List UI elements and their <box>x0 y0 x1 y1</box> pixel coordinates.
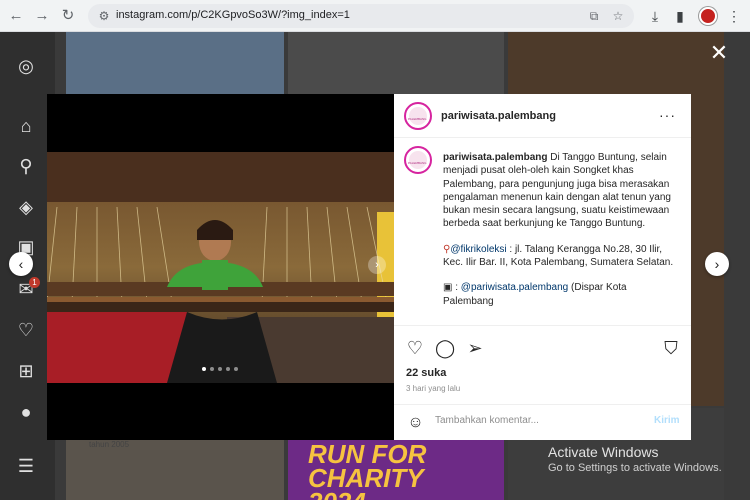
grid-post-tile[interactable] <box>66 32 284 94</box>
post-header: PALEMBANG pariwisata.palembang ··· <box>394 94 691 138</box>
media-next-icon[interactable]: › <box>368 256 386 274</box>
carousel-dot <box>210 367 214 371</box>
site-info-icon[interactable]: ⚙ <box>96 8 112 24</box>
notifications-heart-icon[interactable]: ♡ <box>14 318 38 342</box>
share-icon[interactable]: ➢ <box>465 338 485 358</box>
carousel-dot <box>226 367 230 371</box>
back-icon[interactable]: ← <box>6 6 26 26</box>
windows-activation-watermark: Activate Windows Go to Settings to activ… <box>548 444 722 474</box>
likes-count[interactable]: 22 suka <box>406 367 446 379</box>
post-media: › <box>47 94 394 440</box>
post-photo <box>47 152 394 383</box>
avatar-logo <box>409 107 427 125</box>
notification-badge: 1 <box>29 277 40 288</box>
side-panel-icon[interactable]: ▮ <box>670 6 690 26</box>
instagram-page: tahun 2005 RUN FOR CHARITY 2024 ◎ ⌂ ⚲ ◈ … <box>0 32 750 500</box>
more-menu-icon[interactable]: ☰ <box>14 454 38 478</box>
post-caption: pariwisata.palembang Di Tanggo Buntung, … <box>443 151 675 320</box>
post-details-panel: PALEMBANG pariwisata.palembang ··· PALEM… <box>394 94 691 440</box>
url-text[interactable]: instagram.com/p/C2KGpvoSo3W/?img_index=1 <box>116 9 350 21</box>
next-post-button[interactable]: › <box>705 252 729 276</box>
comment-icon[interactable]: ◯ <box>435 338 455 358</box>
install-app-icon[interactable]: ⧉ <box>586 8 602 24</box>
profile-icon[interactable]: ● <box>14 400 38 424</box>
account-avatar[interactable]: PALEMBANG <box>404 102 432 130</box>
previous-post-button[interactable]: ‹ <box>9 252 33 276</box>
browser-menu-icon[interactable]: ⋮ <box>724 6 744 26</box>
location-mention[interactable]: @fikrikoleksi <box>450 244 506 255</box>
search-icon[interactable]: ⚲ <box>14 154 38 178</box>
caption-text: Di Tanggo Buntung, selain menjadi pusat … <box>443 152 671 230</box>
post-timestamp[interactable]: 3 hari yang lalu <box>406 384 460 393</box>
browser-toolbar: ← → ↻ ⚙ instagram.com/p/C2KGpvoSo3W/?img… <box>0 0 750 32</box>
comment-bar: ☺ Tambahkan komentar... Kirim <box>394 404 691 440</box>
watermark-subtitle: Go to Settings to activate Windows. <box>548 462 722 474</box>
instagram-logo-icon[interactable]: ◎ <box>14 54 38 78</box>
emoji-icon[interactable]: ☺ <box>406 413 425 432</box>
carousel-indicator <box>202 367 238 373</box>
charity-poster-text: RUN FOR CHARITY 2024 <box>308 439 427 500</box>
comment-input[interactable]: Tambahkan komentar... <box>435 415 635 426</box>
credit-prefix: : <box>455 282 459 294</box>
watermark-title: Activate Windows <box>548 444 659 460</box>
carousel-dot <box>234 367 238 371</box>
avatar-logo-text: PALEMBANG <box>408 161 427 165</box>
grid-tile-caption: tahun 2005 <box>89 440 130 449</box>
caption-username[interactable]: pariwisata.palembang <box>443 152 547 163</box>
reload-icon[interactable]: ↻ <box>58 6 78 26</box>
like-heart-icon[interactable]: ♡ <box>405 338 425 358</box>
bookmark-star-icon[interactable]: ☆ <box>610 8 626 24</box>
grid-post-tile[interactable] <box>288 32 504 94</box>
more-options-icon[interactable]: ··· <box>659 107 676 123</box>
avatar-logo <box>409 151 427 169</box>
save-bookmark-icon[interactable]: ⛉ <box>661 338 681 358</box>
avatar-logo-text: PALEMBANG <box>408 117 427 121</box>
close-icon[interactable]: ✕ <box>708 42 730 64</box>
post-comment-button[interactable]: Kirim <box>654 415 680 426</box>
download-icon[interactable]: ⤓ <box>645 6 665 26</box>
caption-avatar[interactable]: PALEMBANG <box>404 146 432 174</box>
account-username[interactable]: pariwisata.palembang <box>441 110 556 122</box>
create-icon[interactable]: ⊞ <box>14 359 38 383</box>
profile-avatar[interactable] <box>699 7 717 25</box>
explore-icon[interactable]: ◈ <box>14 195 38 219</box>
forward-icon[interactable]: → <box>32 6 52 26</box>
credit-mention[interactable]: @pariwisata.palembang <box>461 282 568 293</box>
carousel-dot <box>202 367 206 371</box>
camera-icon: ▣ <box>443 282 453 294</box>
carousel-dot <box>218 367 222 371</box>
address-bar[interactable]: ⚙ instagram.com/p/C2KGpvoSo3W/?img_index… <box>88 4 634 28</box>
home-icon[interactable]: ⌂ <box>14 114 38 138</box>
